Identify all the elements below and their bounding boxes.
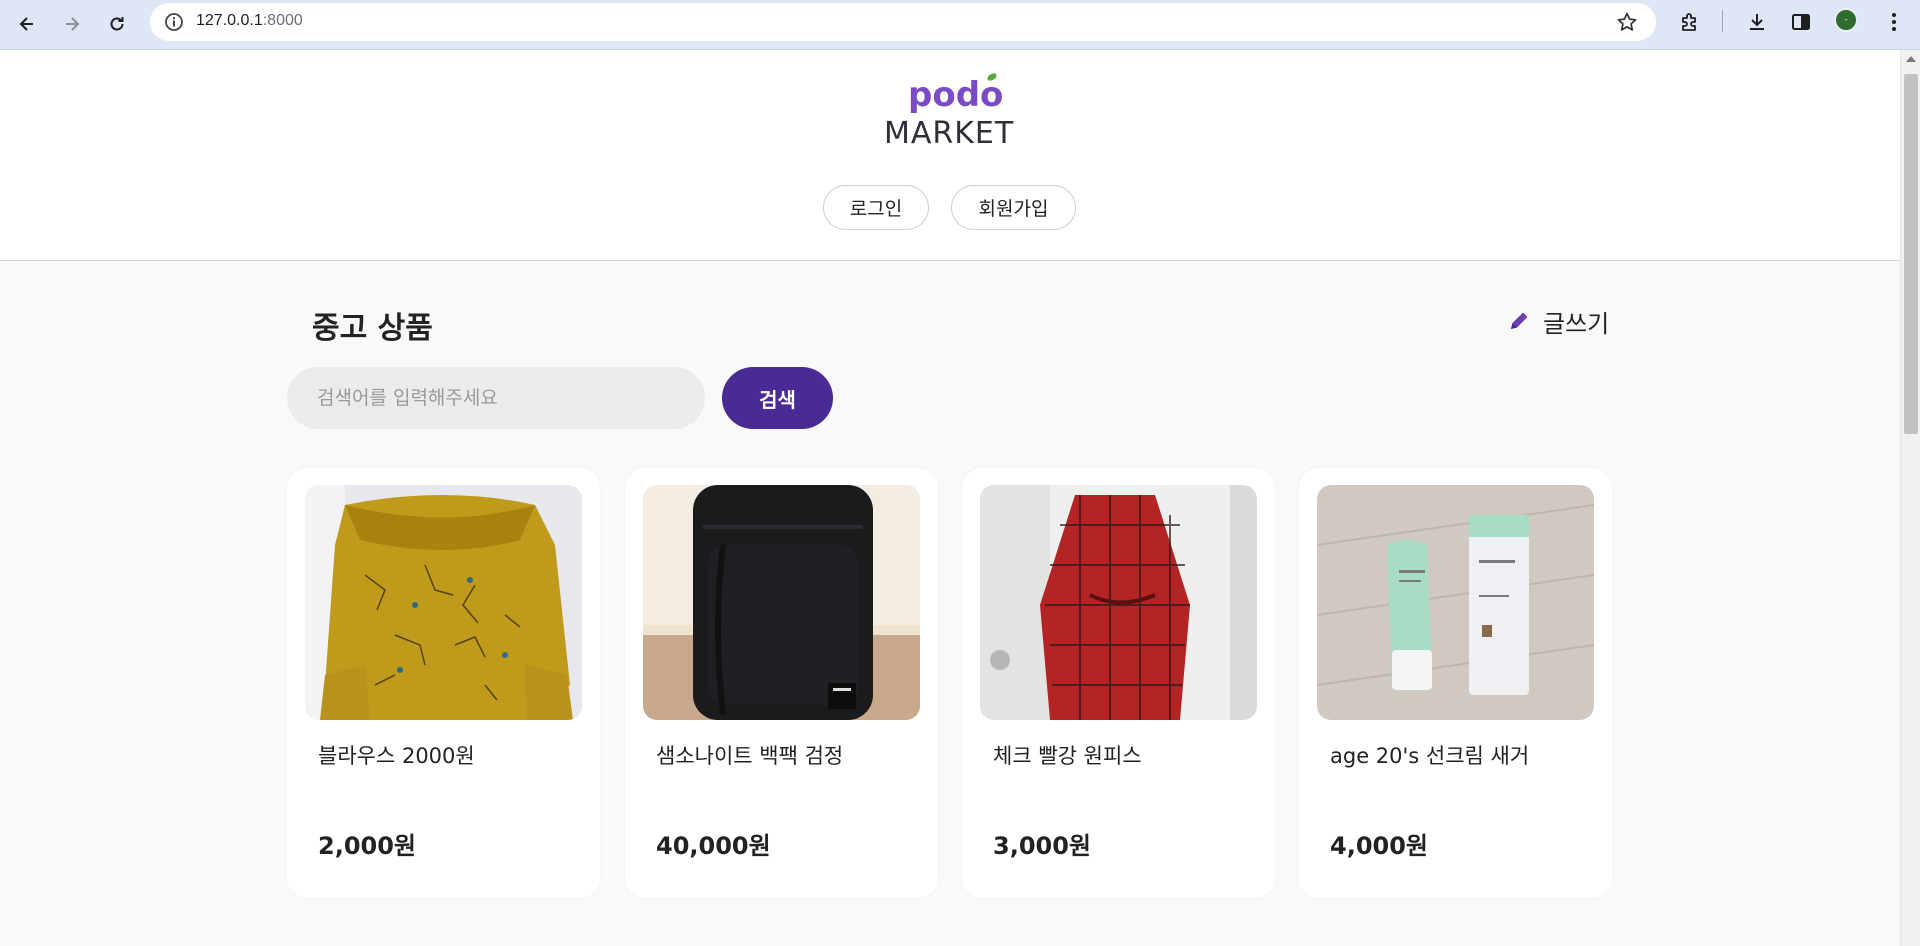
url-text[interactable]: 127.0.0.1:8000 xyxy=(196,12,303,30)
product-name[interactable]: age 20's 선크림 새거 xyxy=(1330,740,1529,770)
product-card[interactable]: age 20's 선크림 새거 4,000원 xyxy=(1299,468,1612,898)
scrollbar-thumb[interactable] xyxy=(1904,74,1918,434)
write-post-link[interactable]: 글쓰기 xyxy=(1505,303,1609,339)
profile-avatar[interactable]: - xyxy=(1834,8,1858,32)
login-button[interactable]: 로그인 xyxy=(823,185,929,230)
browser-toolbar: 127.0.0.1:8000 - xyxy=(0,0,1920,50)
product-price: 3,000원 xyxy=(993,832,1091,860)
product-image[interactable] xyxy=(643,485,920,720)
write-post-label: 글쓰기 xyxy=(1543,309,1610,338)
signup-button[interactable]: 회원가입 xyxy=(951,185,1076,230)
address-bar[interactable]: 127.0.0.1:8000 xyxy=(150,3,1656,41)
page-title: 중고 상품 xyxy=(312,311,433,346)
bookmark-star-icon[interactable] xyxy=(1616,11,1638,33)
podo-market-logo[interactable]: podo MARKET xyxy=(880,68,1020,151)
scroll-up-arrow-icon[interactable] xyxy=(1906,56,1916,62)
logo-bottom-text: MARKET xyxy=(884,116,1014,148)
search-input[interactable] xyxy=(287,367,705,429)
reload-icon[interactable] xyxy=(100,7,134,41)
side-panel-icon[interactable] xyxy=(1787,8,1815,36)
product-name[interactable]: 샘소나이트 백팩 검정 xyxy=(656,740,843,770)
site-header: podo MARKET 로그인 회원가입 xyxy=(0,50,1900,261)
info-icon[interactable] xyxy=(164,12,184,32)
product-name[interactable]: 체크 빨강 원피스 xyxy=(993,740,1142,770)
more-menu-icon[interactable] xyxy=(1880,8,1908,36)
product-name[interactable]: 블라우스 2000원 xyxy=(318,740,475,770)
product-image[interactable] xyxy=(1317,485,1594,720)
forward-icon[interactable] xyxy=(55,7,89,41)
extensions-icon[interactable] xyxy=(1676,8,1704,36)
pencil-icon xyxy=(1511,312,1528,329)
url-port: :8000 xyxy=(262,12,303,29)
product-card[interactable]: 체크 빨강 원피스 3,000원 xyxy=(962,468,1275,898)
product-price: 2,000원 xyxy=(318,832,416,860)
page-content: podo MARKET 로그인 회원가입 중고 상품 글쓰기 검색어를 입력해주… xyxy=(0,50,1900,946)
logo-top-text: podo xyxy=(908,75,1003,115)
download-icon[interactable] xyxy=(1743,8,1771,36)
product-price: 4,000원 xyxy=(1330,832,1428,860)
product-image[interactable] xyxy=(980,485,1257,720)
url-host: 127.0.0.1 xyxy=(196,12,263,29)
page-scrollbar[interactable] xyxy=(1900,50,1920,946)
search-button[interactable]: 검색 xyxy=(722,367,833,429)
product-image[interactable] xyxy=(305,485,582,720)
product-card[interactable]: 블라우스 2000원 2,000원 xyxy=(287,468,600,898)
toolbar-divider xyxy=(1722,10,1723,32)
back-icon[interactable] xyxy=(10,7,44,41)
product-card[interactable]: 샘소나이트 백팩 검정 40,000원 xyxy=(625,468,938,898)
product-price: 40,000원 xyxy=(656,832,771,860)
